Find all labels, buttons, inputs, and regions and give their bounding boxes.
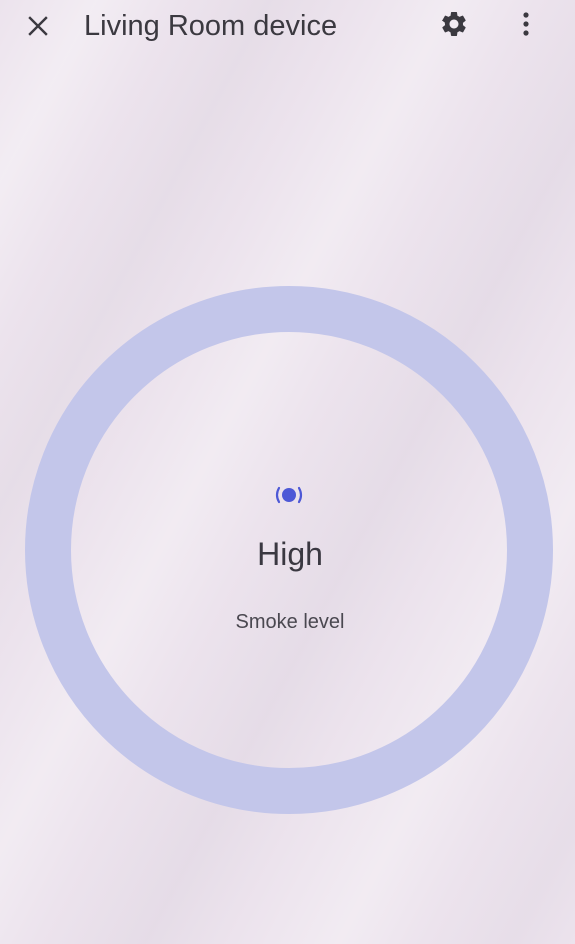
app-bar: Living Room device [0,0,575,56]
close-icon [28,16,48,36]
close-button[interactable] [18,6,58,46]
settings-button[interactable] [432,2,476,46]
more-vert-icon [523,12,529,36]
more-options-button[interactable] [506,2,546,46]
smoke-level-label: Smoke level [235,611,345,633]
smoke-level-value: High [257,536,323,572]
gear-icon [441,11,466,36]
device-screen: Living Room device High Smoke level [0,0,575,944]
smoke-sensor-icon [272,482,306,508]
page-title: Living Room device [84,10,338,42]
